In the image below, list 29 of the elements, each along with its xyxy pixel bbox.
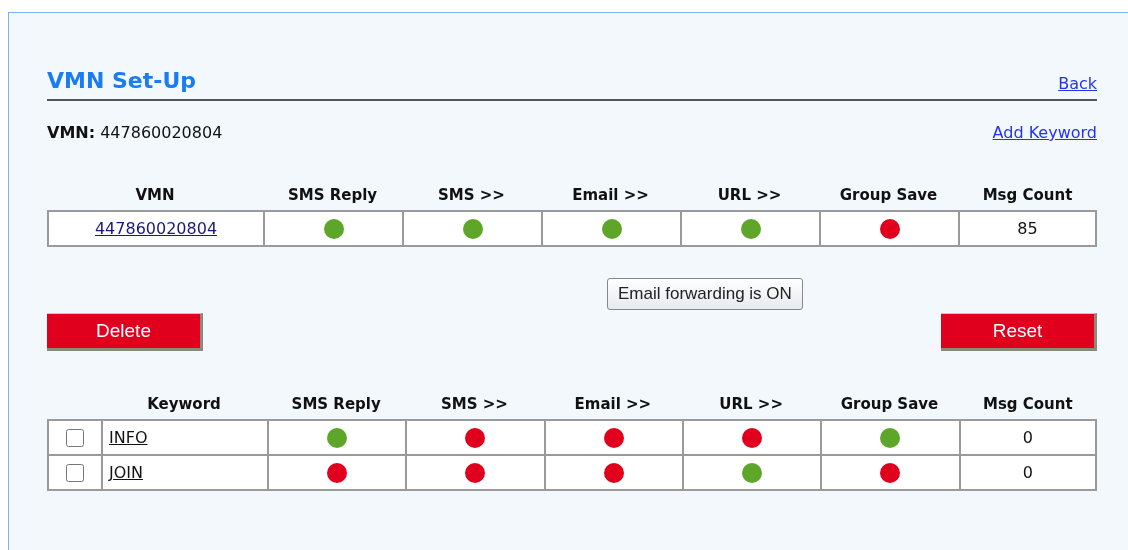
vmn-link[interactable]: 447860020804	[94, 219, 218, 238]
column-header: Msg Count	[982, 186, 1073, 204]
msg-count-cell: 0	[958, 419, 1097, 454]
delete-button[interactable]: Delete	[47, 313, 203, 351]
column-header: Group Save	[840, 395, 939, 413]
column-header: Group Save	[839, 186, 938, 204]
vmn-number-text: VMN: 447860020804	[47, 123, 223, 142]
column-header: URL >>	[717, 186, 782, 204]
column-header: SMS Reply	[287, 186, 378, 204]
msg-count-cell: 0	[958, 454, 1097, 491]
row-checkbox[interactable]	[66, 464, 84, 483]
column-header: SMS >>	[438, 186, 505, 204]
column-header: SMS >>	[441, 395, 508, 413]
msg-count-cell: 85	[958, 210, 1097, 247]
column-header: Keyword	[147, 395, 221, 413]
row-checkbox[interactable]	[66, 429, 84, 448]
column-header: URL >>	[719, 395, 783, 413]
tooltip: Email forwarding is ON	[607, 278, 803, 310]
page-title: VMN Set-Up	[47, 68, 196, 93]
column-header: SMS Reply	[291, 395, 381, 413]
column-header: VMN	[135, 186, 175, 204]
back-link[interactable]: Back	[1058, 74, 1097, 93]
column-header: Msg Count	[983, 395, 1073, 413]
keyword-link[interactable]: JOIN	[109, 463, 143, 482]
reset-button[interactable]: Reset	[941, 313, 1097, 351]
keyword-link[interactable]: INFO	[109, 428, 148, 447]
column-header: Email >>	[574, 395, 652, 413]
add-keyword-link[interactable]: Add Keyword	[992, 123, 1097, 142]
column-header: Email >>	[572, 186, 649, 204]
